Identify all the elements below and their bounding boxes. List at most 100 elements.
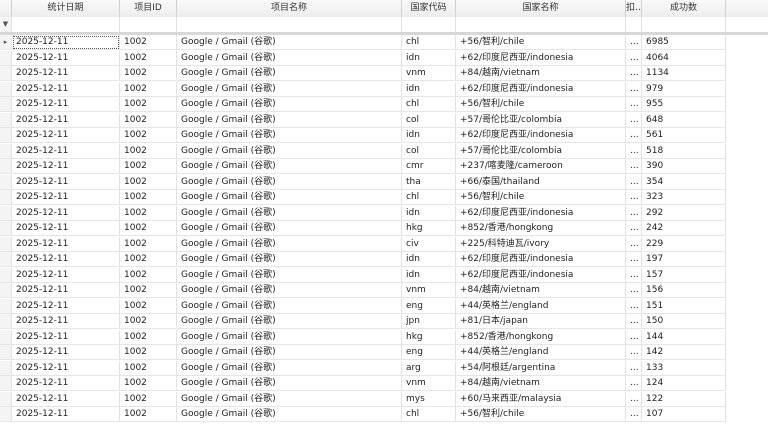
cell-date[interactable]: 2025-12-11 xyxy=(12,283,120,298)
cell-success-count[interactable]: 133 xyxy=(642,360,726,376)
cell-country-code[interactable]: chl xyxy=(402,407,456,422)
cell-project-name[interactable]: Google / Gmail (谷歌) xyxy=(177,360,402,376)
cell-project-id[interactable]: 1002 xyxy=(120,298,177,314)
cell-success-count[interactable]: 242 xyxy=(642,221,726,236)
filter-country-code[interactable] xyxy=(402,17,456,32)
cell-project-id[interactable]: 1002 xyxy=(120,376,177,391)
row-indicator[interactable] xyxy=(0,252,12,267)
cell-project-name[interactable]: Google / Gmail (谷歌) xyxy=(177,376,402,391)
cell-truncated[interactable]: ... xyxy=(626,128,642,143)
cell-country-name[interactable]: +237/喀麦隆/cameroon xyxy=(456,159,626,174)
table-row[interactable]: 2025-12-11 1002 Google / Gmail (谷歌) col +57/… xyxy=(0,112,768,128)
cell-success-count[interactable]: 150 xyxy=(642,314,726,329)
cell-success-count[interactable]: 390 xyxy=(642,159,726,174)
row-indicator[interactable] xyxy=(0,314,12,329)
cell-project-id[interactable]: 1002 xyxy=(120,112,177,128)
cell-date[interactable]: 2025-12-11 xyxy=(12,252,120,267)
cell-truncated[interactable]: ... xyxy=(626,205,642,221)
cell-truncated[interactable]: ... xyxy=(626,35,642,50)
cell-project-id[interactable]: 1002 xyxy=(120,50,177,66)
cell-country-code[interactable]: col xyxy=(402,112,456,128)
cell-project-id[interactable]: 1002 xyxy=(120,407,177,422)
filter-icon[interactable]: ▼ xyxy=(0,17,12,32)
data-grid[interactable]: 统计日期 项目ID 项目名称 国家代码 国家名称 扣… 成功数 ▼ ▸ 2025-… xyxy=(0,0,768,426)
cell-date[interactable]: 2025-12-11 xyxy=(12,360,120,376)
cell-truncated[interactable]: ... xyxy=(626,174,642,190)
cell-date[interactable]: 2025-12-11 xyxy=(12,50,120,66)
cell-country-code[interactable]: chl xyxy=(402,35,456,50)
cell-truncated[interactable]: ... xyxy=(626,81,642,97)
table-row[interactable]: 2025-12-11 1002 Google / Gmail (谷歌) idn +62/… xyxy=(0,267,768,283)
cell-truncated[interactable]: ... xyxy=(626,391,642,407)
cell-project-id[interactable]: 1002 xyxy=(120,283,177,298)
header-date[interactable]: 统计日期 xyxy=(12,0,120,17)
cell-success-count[interactable]: 323 xyxy=(642,190,726,205)
cell-truncated[interactable]: ... xyxy=(626,143,642,159)
cell-project-name[interactable]: Google / Gmail (谷歌) xyxy=(177,97,402,112)
cell-project-id[interactable]: 1002 xyxy=(120,360,177,376)
cell-project-name[interactable]: Google / Gmail (谷歌) xyxy=(177,190,402,205)
cell-project-name[interactable]: Google / Gmail (谷歌) xyxy=(177,128,402,143)
cell-date[interactable]: 2025-12-11 xyxy=(12,391,120,407)
auto-filter-row[interactable]: ▼ xyxy=(0,17,768,33)
row-indicator[interactable] xyxy=(0,143,12,159)
cell-success-count[interactable]: 354 xyxy=(642,174,726,190)
cell-truncated[interactable]: ... xyxy=(626,360,642,376)
cell-project-name[interactable]: Google / Gmail (谷歌) xyxy=(177,252,402,267)
table-row[interactable]: 2025-12-11 1002 Google / Gmail (谷歌) idn +62/… xyxy=(0,128,768,143)
cell-truncated[interactable]: ... xyxy=(626,283,642,298)
cell-date[interactable]: 2025-12-11 xyxy=(12,112,120,128)
cell-country-code[interactable]: col xyxy=(402,143,456,159)
table-row[interactable]: 2025-12-11 1002 Google / Gmail (谷歌) idn +62/… xyxy=(0,252,768,267)
table-row[interactable]: 2025-12-11 1002 Google / Gmail (谷歌) eng +44/… xyxy=(0,345,768,360)
cell-country-name[interactable]: +60/马来西亚/malaysia xyxy=(456,391,626,407)
cell-project-id[interactable]: 1002 xyxy=(120,221,177,236)
cell-truncated[interactable]: ... xyxy=(626,407,642,422)
cell-project-id[interactable]: 1002 xyxy=(120,345,177,360)
cell-project-name[interactable]: Google / Gmail (谷歌) xyxy=(177,81,402,97)
cell-success-count[interactable]: 1134 xyxy=(642,66,726,81)
cell-success-count[interactable]: 4064 xyxy=(642,50,726,66)
cell-truncated[interactable]: ... xyxy=(626,112,642,128)
cell-date[interactable]: 2025-12-11 xyxy=(12,35,120,50)
row-indicator[interactable] xyxy=(0,267,12,283)
cell-country-name[interactable]: +81/日本/japan xyxy=(456,314,626,329)
cell-country-name[interactable]: +84/越南/vietnam xyxy=(456,283,626,298)
cell-date[interactable]: 2025-12-11 xyxy=(12,298,120,314)
table-row[interactable]: 2025-12-11 1002 Google / Gmail (谷歌) arg +54/… xyxy=(0,360,768,376)
cell-project-id[interactable]: 1002 xyxy=(120,81,177,97)
row-indicator[interactable] xyxy=(0,174,12,190)
table-row[interactable]: 2025-12-11 1002 Google / Gmail (谷歌) chl +56/… xyxy=(0,407,768,422)
cell-success-count[interactable]: 157 xyxy=(642,267,726,283)
row-indicator[interactable] xyxy=(0,128,12,143)
row-indicator[interactable] xyxy=(0,97,12,112)
cell-date[interactable]: 2025-12-11 xyxy=(12,345,120,360)
cell-project-name[interactable]: Google / Gmail (谷歌) xyxy=(177,159,402,174)
cell-country-name[interactable]: +56/智利/chile xyxy=(456,407,626,422)
cell-project-id[interactable]: 1002 xyxy=(120,267,177,283)
cell-success-count[interactable]: 955 xyxy=(642,97,726,112)
cell-country-name[interactable]: +66/泰国/thailand xyxy=(456,174,626,190)
cell-success-count[interactable]: 122 xyxy=(642,391,726,407)
row-indicator[interactable] xyxy=(0,376,12,391)
current-row-indicator[interactable]: ▸ xyxy=(0,35,12,50)
cell-truncated[interactable]: ... xyxy=(626,159,642,174)
cell-truncated[interactable]: ... xyxy=(626,66,642,81)
row-indicator[interactable] xyxy=(0,81,12,97)
cell-country-code[interactable]: eng xyxy=(402,298,456,314)
cell-success-count[interactable]: 142 xyxy=(642,345,726,360)
cell-country-code[interactable]: idn xyxy=(402,205,456,221)
cell-date[interactable]: 2025-12-11 xyxy=(12,128,120,143)
cell-country-code[interactable]: civ xyxy=(402,236,456,252)
cell-project-id[interactable]: 1002 xyxy=(120,391,177,407)
cell-date[interactable]: 2025-12-11 xyxy=(12,190,120,205)
cell-date[interactable]: 2025-12-11 xyxy=(12,236,120,252)
cell-project-name[interactable]: Google / Gmail (谷歌) xyxy=(177,283,402,298)
cell-country-code[interactable]: mys xyxy=(402,391,456,407)
cell-success-count[interactable]: 229 xyxy=(642,236,726,252)
cell-country-code[interactable]: idn xyxy=(402,267,456,283)
cell-project-id[interactable]: 1002 xyxy=(120,128,177,143)
cell-project-id[interactable]: 1002 xyxy=(120,174,177,190)
cell-project-name[interactable]: Google / Gmail (谷歌) xyxy=(177,35,402,50)
cell-country-code[interactable]: cmr xyxy=(402,159,456,174)
